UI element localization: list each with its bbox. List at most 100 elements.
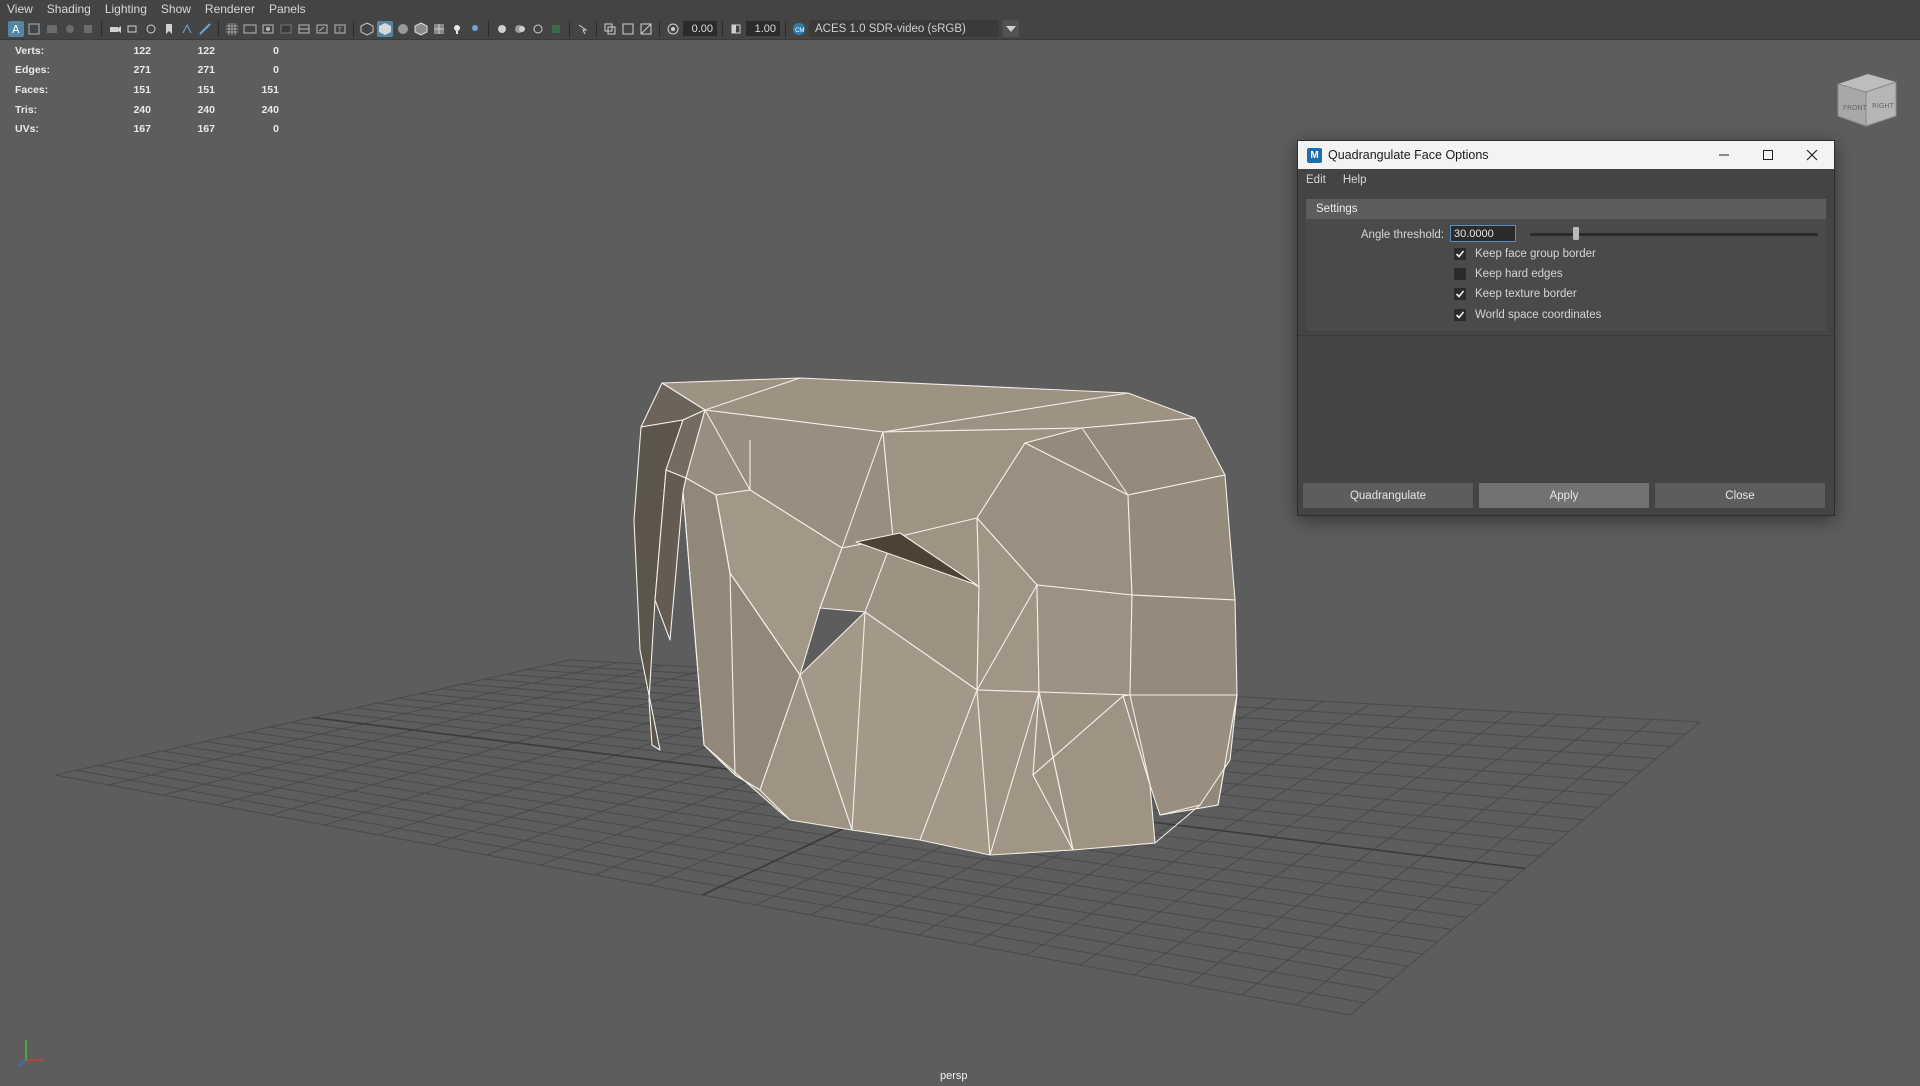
menu-shading[interactable]: Shading — [40, 2, 98, 16]
close-icon[interactable] — [1790, 141, 1834, 169]
hud-value: 0 — [273, 44, 279, 57]
camera-attributes-icon[interactable] — [26, 21, 42, 37]
apply-button[interactable]: Apply — [1479, 483, 1649, 508]
view-transform-select[interactable]: ACES 1.0 SDR-video (sRGB) — [809, 20, 999, 37]
safe-title-icon[interactable]: T — [332, 21, 348, 37]
rock-mesh — [633, 377, 1238, 856]
gate-mask-icon[interactable] — [278, 21, 294, 37]
hud-label: Verts: — [15, 44, 45, 57]
quadrangulate-options-dialog: M Quadrangulate Face Options Edit Help S… — [1297, 140, 1835, 516]
gamma-field[interactable]: 1.00 — [746, 21, 780, 36]
option-keep-texture-border[interactable]: Keep texture border — [1454, 288, 1577, 300]
select-camera-icon[interactable]: A — [8, 20, 24, 37]
grid-icon[interactable] — [224, 21, 240, 37]
xray-components-icon[interactable] — [638, 21, 654, 37]
field-chart-icon[interactable] — [296, 21, 312, 37]
dialog-titlebar[interactable]: M Quadrangulate Face Options — [1298, 141, 1834, 169]
menu-lighting[interactable]: Lighting — [98, 2, 154, 16]
checkbox[interactable] — [1454, 248, 1466, 260]
svg-text:T: T — [338, 28, 342, 34]
dialog-empty-area — [1298, 335, 1834, 476]
color-management-icon[interactable]: CM — [791, 21, 807, 37]
xray-icon[interactable] — [602, 21, 618, 37]
hud-row-uvs: UVs: 167 167 0 — [15, 119, 279, 139]
dialog-menu-help[interactable]: Help — [1343, 174, 1376, 186]
camera-keys-icon[interactable] — [125, 21, 141, 37]
safe-action-icon[interactable] — [314, 21, 330, 37]
default-material-icon[interactable] — [395, 21, 411, 37]
hud-value: 122 — [133, 44, 151, 57]
option-keep-hard-edges[interactable]: Keep hard edges — [1454, 268, 1563, 280]
menu-renderer[interactable]: Renderer — [198, 2, 262, 16]
wireframe-icon[interactable] — [359, 21, 375, 37]
smooth-shade-icon[interactable] — [377, 20, 393, 37]
bookmark-icon[interactable] — [44, 21, 60, 37]
hud-value: 0 — [273, 64, 279, 77]
resolution-gate-icon[interactable] — [260, 21, 276, 37]
slider-handle[interactable] — [1573, 227, 1580, 240]
screen-space-ao-icon[interactable] — [494, 21, 510, 37]
minimize-icon[interactable] — [1702, 141, 1746, 169]
chevron-down-icon[interactable] — [1003, 20, 1019, 37]
checkbox[interactable] — [1454, 288, 1466, 300]
exposure-field[interactable]: 0.00 — [683, 21, 717, 36]
hud-value: 240 — [133, 103, 151, 116]
camera-name-label: persp — [940, 1070, 968, 1082]
checkbox-label: World space coordinates — [1475, 309, 1602, 321]
dialog-menu-edit[interactable]: Edit — [1306, 174, 1335, 186]
camera-orbit-icon[interactable] — [143, 21, 159, 37]
viewport-menubar: View Shading Lighting Show Renderer Pane… — [0, 0, 1920, 18]
depth-of-field-icon[interactable] — [548, 21, 564, 37]
menu-panels[interactable]: Panels — [262, 2, 313, 16]
viewcube-right-label[interactable]: RIGHT — [1872, 102, 1895, 110]
hud-value: 151 — [133, 83, 151, 96]
wireframe-on-shaded-icon[interactable] — [413, 21, 429, 37]
textured-icon[interactable] — [431, 21, 447, 37]
settings-section-header[interactable]: Settings — [1306, 199, 1826, 219]
motion-blur-icon[interactable] — [512, 21, 528, 37]
hud-value: 167 — [197, 123, 215, 136]
close-button[interactable]: Close — [1655, 483, 1825, 508]
hud-label: Tris: — [15, 103, 38, 116]
gamma-icon[interactable] — [728, 21, 744, 37]
hud-value: 271 — [133, 64, 151, 77]
quadrangulate-button[interactable]: Quadrangulate — [1303, 483, 1473, 508]
image-plane-icon[interactable] — [62, 21, 78, 37]
hud-value: 271 — [197, 64, 215, 77]
bookmark-flag-icon[interactable] — [161, 21, 177, 37]
maximize-icon[interactable] — [1746, 141, 1790, 169]
snap-icon[interactable] — [179, 21, 195, 37]
lock-camera-icon[interactable] — [107, 21, 123, 37]
viewport-toolbar: A T 0.00 1.00 CM ACES 1.0 SDR-video (sRG… — [0, 18, 1920, 40]
angle-threshold-label: Angle threshold: — [1360, 229, 1444, 241]
hud-row-faces: Faces: 151 151 151 — [15, 80, 279, 100]
film-gate-icon[interactable] — [242, 21, 258, 37]
grease-pencil-icon[interactable] — [197, 21, 213, 37]
checkbox-label: Keep texture border — [1475, 288, 1577, 300]
hud-value: 167 — [133, 123, 151, 136]
xray-joints-icon[interactable] — [620, 21, 636, 37]
menu-view[interactable]: View — [0, 2, 40, 16]
exposure-icon[interactable] — [665, 21, 681, 37]
two-d-pan-icon[interactable] — [80, 21, 96, 37]
hud-label: UVs: — [15, 123, 39, 136]
hud-value: 240 — [261, 103, 279, 116]
hud-value: 0 — [273, 123, 279, 136]
checkbox[interactable] — [1454, 309, 1466, 321]
shadows-icon[interactable] — [467, 21, 483, 37]
isolate-select-icon[interactable] — [575, 21, 591, 37]
multisample-aa-icon[interactable] — [530, 21, 546, 37]
hud-value: 122 — [197, 44, 215, 57]
angle-threshold-input[interactable]: 30.0000 — [1450, 225, 1516, 242]
checkbox[interactable] — [1454, 268, 1466, 280]
viewcube-front-label[interactable]: FRONT — [1843, 104, 1868, 112]
menu-show[interactable]: Show — [154, 2, 198, 16]
option-world-space-coordinates[interactable]: World space coordinates — [1454, 309, 1601, 321]
hud-label: Edges: — [15, 64, 51, 77]
view-cube[interactable]: FRONT RIGHT — [1834, 70, 1900, 128]
option-keep-face-group-border[interactable]: Keep face group border — [1454, 248, 1596, 260]
dialog-title: Quadrangulate Face Options — [1328, 148, 1489, 162]
hud-row-verts: Verts: 122 122 0 — [15, 41, 279, 61]
hud-value: 151 — [261, 83, 279, 96]
use-all-lights-icon[interactable] — [449, 21, 465, 37]
